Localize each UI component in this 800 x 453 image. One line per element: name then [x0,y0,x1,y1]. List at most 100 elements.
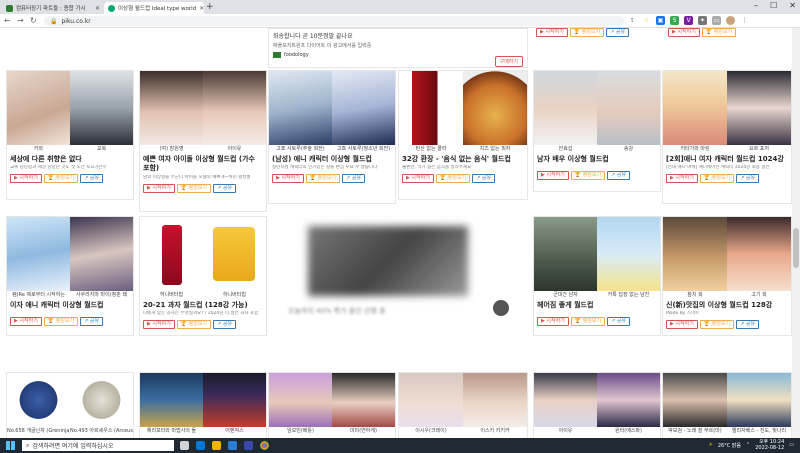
ranking-button[interactable]: 🏆 랭킹보기 [43,174,79,183]
card-title[interactable]: 32강 환장 - '음식 없는 음식' 월드컵 [399,153,527,165]
ranking-button[interactable]: 🏆 랭킹보기 [699,174,735,183]
extension-icon[interactable]: V [684,16,693,25]
scrollbar-thumb[interactable] [793,228,799,268]
card-title[interactable]: 남자 배우 이상형 월드컵 [534,153,660,165]
scrollbar[interactable] [792,28,800,438]
close-icon[interactable]: ✕ [199,5,204,12]
ranking-button[interactable]: 🏆 랭킹보기 [569,28,605,37]
share-button[interactable]: ↗ 공유 [736,174,760,183]
star-icon[interactable]: ☆ [642,16,651,25]
menu-icon[interactable]: ⋮ [740,16,749,25]
start-button[interactable]: ▶ 시작하기 [272,174,304,183]
share-button[interactable]: ↗ 공유 [80,317,104,326]
start-button[interactable]: ▶ 시작하기 [143,320,175,329]
ranking-button[interactable]: 🏆 랭킹보기 [570,171,606,180]
worldcup-card[interactable]: 군대간 남자 카톡 답장 없는 남친 헤어짐 좋게 월드컵 ▶ 시작하기 🏆 랭킹보… [533,216,661,336]
sidebar-icon[interactable]: ▭ [712,16,721,25]
worldcup-card[interactable]: 해리포터와 마법사의 돌 어벤져스 [139,372,267,438]
ad-arrow-icon[interactable] [493,300,509,316]
ranking-button[interactable]: 🏆 랭킹보기 [570,317,606,326]
worldcup-card[interactable]: 임모빈(배틀) 미미(연하게) [268,372,396,438]
worldcup-card[interactable]: (여) 장원영 아이유 예쁜 여자 아이돌 이상형 월드컵 (가수 포함) 남의 … [139,70,267,212]
start-button[interactable]: ▶ 시작하기 [666,320,698,329]
card-title[interactable]: 20-21 과자 월드컵 (128강 가능) [140,299,266,311]
tab-item[interactable]: 컴퓨터장기 파트들 : 종합 가시 ✕ [2,2,104,14]
worldcup-card[interactable]: 키타가와 마린 요르 포저 [2회]애니 여자 캐릭터 월드컵 1024강 [인대… [662,70,792,204]
ranking-button[interactable]: 🏆 랭킹보기 [305,174,341,183]
worldcup-card[interactable]: 탄산 없는 콜라 치즈 없는 피자 32강 환장 - '음식 없는 음식' 월드컵… [398,70,528,200]
share-button[interactable]: ↗ 공유 [213,184,237,193]
worldcup-card[interactable]: 안효섭 송강 남자 배우 이상형 월드컵 ▶ 시작하기 🏆 랭킹보기 ↗ 공유 [533,70,661,192]
card-title[interactable]: (남성) 애니 캐릭터 이상형 월드컵 [269,153,395,165]
start-button[interactable]: ▶ 시작하기 [10,317,42,326]
start-button[interactable]: ▶ 시작하기 [402,174,434,183]
task-view-icon[interactable] [180,441,189,450]
card-title[interactable]: 세상에 다른 취향은 없다 [7,153,133,165]
share-button[interactable]: ↗ 공유 [80,174,104,183]
store-icon[interactable] [228,441,237,450]
share-button[interactable]: ↗ 공유 [607,317,631,326]
extension-icon[interactable]: S [670,16,679,25]
worldcup-card[interactable]: 고죠 사토루(주술 회전) 고죠 사토루(청소년 회전) (남성) 애니 캐릭터 … [268,70,396,204]
chrome-icon[interactable] [260,441,269,450]
file-explorer-icon[interactable] [212,441,221,450]
share-button[interactable]: ↗ 공유 [607,171,631,180]
ad-banner-blurred[interactable]: 오늘까지 40% 특가 들인 산행 중 [268,218,528,373]
card-title[interactable]: 예쁜 여자 아이돌 이상형 월드컵 (가수 포함) [140,153,266,175]
worldcup-card[interactable]: 허니버터칩 하니버터칩 20-21 과자 월드컵 (128강 가능) 나에게 맞는… [139,216,267,336]
extension-icon[interactable]: ▣ [656,16,665,25]
start-button[interactable]: ▶ 시작하기 [537,171,569,180]
start-button[interactable]: ▶ 시작하기 [10,174,42,183]
maximize-icon[interactable]: ☐ [770,1,777,10]
share-button[interactable]: ↗ 공유 [736,320,760,329]
card-title[interactable]: [2회]애니 여자 캐릭터 월드컵 1024강 [663,153,791,165]
puzzle-icon[interactable]: ✦ [698,16,707,25]
windows-start-icon[interactable] [6,441,15,450]
start-button[interactable]: ▶ 시작하기 [143,184,175,193]
card-title[interactable]: 헤어짐 좋게 월드컵 [534,299,660,311]
worldcup-card[interactable]: 아이유 윈터(에스파) [533,372,661,438]
ranking-button[interactable]: 🏆 랭킹보기 [176,184,212,193]
forward-icon[interactable]: → [17,16,24,25]
ranking-button[interactable]: 🏆 랭킹보기 [699,320,735,329]
start-button[interactable]: ▶ 시작하기 [536,28,568,37]
close-window-icon[interactable]: ✕ [789,1,796,10]
candidate-image [597,217,660,291]
worldcup-card[interactable]: 렘(Re 제로부터 시작하는 사쿠라지마 마이(청춘 돼 이자 애니 캐릭터 이상… [6,216,134,336]
share-button[interactable]: ↗ 공유 [472,174,496,183]
tab-item-active[interactable]: 이상형 월드컵 Ideal type world ✕ [104,2,204,14]
ranking-button[interactable]: 🏆 랭킹보기 [701,28,737,37]
share-button[interactable]: ↗ 공유 [213,320,237,329]
notification-icon[interactable]: ▭ [789,442,794,448]
taskbar-search-box[interactable]: ⌕ 검색하려면 여기에 입력하십시오 [22,440,174,451]
edge-icon[interactable] [196,441,205,450]
clock[interactable]: 오후 10:24 2022-08-12 [755,439,784,451]
reload-icon[interactable]: ↻ [30,16,37,25]
minimize-icon[interactable]: – [754,1,758,10]
worldcup-card[interactable]: 카와 교복 세상에 다른 취향은 없다 교복 당당함과 세상 당당한 것도 첫 도… [6,70,134,200]
back-icon[interactable]: ← [4,16,11,25]
start-button[interactable]: ▶ 시작하기 [668,28,700,37]
ranking-button[interactable]: 🏆 랭킹보기 [43,317,79,326]
app-icon[interactable] [244,441,253,450]
ranking-button[interactable]: 🏆 랭킹보기 [176,320,212,329]
card-title[interactable]: 이자 애니 캐릭터 이상형 월드컵 [7,299,133,311]
ad-buy-button[interactable]: 구매하기 [494,56,523,67]
network-icon[interactable]: ⌃ [746,442,750,448]
share-button[interactable]: ↗ 공유 [342,174,366,183]
worldcup-card[interactable]: 참치 회 고기 회 신(新)맛집의 이상형 월드컵 128강 Made By 스미… [662,216,792,336]
new-tab-icon[interactable]: + [206,2,214,12]
start-button[interactable]: ▶ 시작하기 [666,174,698,183]
close-icon[interactable]: ✕ [95,5,100,12]
worldcup-card[interactable]: No.658 개굴닌자 (Greninja) No.493 아르세우스 (Arce… [6,372,134,438]
share-button[interactable]: ↗ 공유 [606,28,630,37]
avatar[interactable] [726,16,735,25]
start-button[interactable]: ▶ 시작하기 [537,317,569,326]
card-title[interactable]: 신(新)맛집의 이상형 월드컵 128강 [663,299,791,311]
ranking-button[interactable]: 🏆 랭킹보기 [435,174,471,183]
worldcup-card[interactable]: 이시우(크레이) 이스키 키키카 [398,372,528,438]
ad-banner-top[interactable]: 죄송합니다 곧 10분정말 끝나요 애플포지트윈프 다이어트 이 광고에서를 입… [268,28,528,68]
worldcup-card[interactable]: 박보검 - 노래 잘 부르(마) 엘리자베스 - 전도, 빛나리 [662,372,792,438]
share-icon[interactable]: ⇪ [628,16,637,25]
url-field[interactable]: 🔒 piku.co.kr [44,16,624,26]
